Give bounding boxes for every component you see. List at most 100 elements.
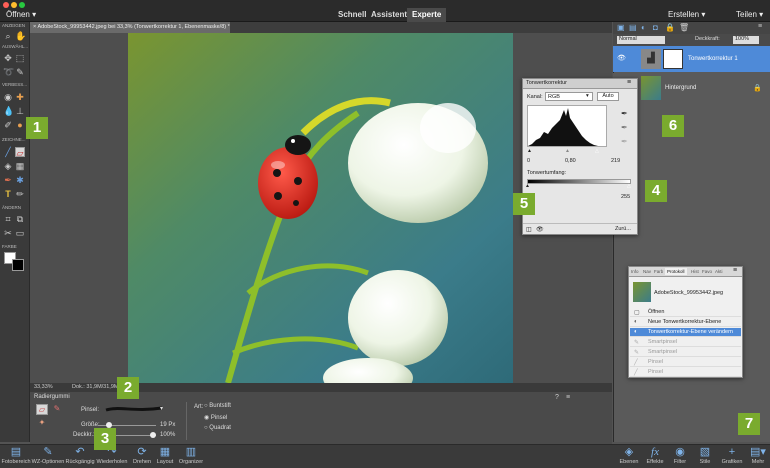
visibility-eye-icon[interactable]: 👁 bbox=[536, 226, 544, 233]
panel-menu-icon[interactable]: ≡ bbox=[733, 267, 737, 274]
background-color-swatch[interactable] bbox=[12, 259, 24, 271]
effects-button[interactable]: fx Effekte bbox=[642, 446, 668, 465]
layers-button[interactable]: ◈ Ebenen bbox=[616, 446, 642, 465]
output-black-handle[interactable]: ▲ bbox=[525, 183, 530, 189]
history-item[interactable]: ◐ Neue Tonwertkorrektur-Ebene bbox=[630, 318, 741, 327]
layer-mask-thumbnail[interactable] bbox=[663, 49, 683, 69]
tab-history[interactable]: Protokoll bbox=[665, 268, 687, 275]
custom-shape-tool-icon[interactable]: ✱ bbox=[15, 175, 25, 185]
gray-point-eyedropper-icon[interactable]: ✒ bbox=[621, 123, 628, 132]
lock-icon[interactable]: 🔒 bbox=[665, 23, 675, 32]
content-aware-move-tool-icon[interactable]: ✂ bbox=[3, 228, 13, 238]
help-icon[interactable]: ? bbox=[555, 394, 559, 401]
blend-mode-select[interactable]: Normal bbox=[617, 36, 665, 44]
chevron-down-icon[interactable]: ▾ bbox=[160, 405, 163, 412]
type-option-block[interactable]: ○ Quadrat bbox=[204, 425, 231, 431]
layer-mask-icon[interactable]: ◘ bbox=[653, 23, 658, 32]
tool-options-button[interactable]: ✎ WZ-Optionen bbox=[30, 446, 66, 465]
filter-button[interactable]: ◉ Filter bbox=[668, 446, 692, 465]
tab-navigator[interactable]: Nav bbox=[643, 269, 651, 274]
input-gamma-value[interactable]: 0,80 bbox=[565, 158, 576, 164]
gradient-tool-icon[interactable]: ▦ bbox=[15, 161, 25, 171]
crop-tool-icon[interactable]: ⌗ bbox=[3, 214, 13, 224]
minimize-window-icon[interactable] bbox=[11, 2, 17, 8]
history-item-selected[interactable]: ◐ Tonwertkorrektur-Ebene verändern bbox=[630, 328, 741, 337]
straighten-tool-icon[interactable]: ▭ bbox=[15, 228, 25, 238]
tab-favorites[interactable]: Favo bbox=[702, 269, 712, 274]
undo-button[interactable]: ↶ Rückgängig bbox=[64, 446, 96, 465]
create-menu[interactable]: Erstellen ▾ bbox=[668, 10, 705, 19]
mode-tab-guided[interactable]: Assistent bbox=[366, 8, 412, 22]
output-white-value[interactable]: 255 bbox=[621, 194, 630, 200]
layout-button[interactable]: ▦ Layout bbox=[154, 446, 176, 465]
reset-button[interactable]: Zurü... bbox=[615, 226, 631, 232]
more-button[interactable]: ▤▾ Mehr bbox=[746, 446, 770, 465]
styles-button[interactable]: ▧ Stile bbox=[694, 446, 716, 465]
layer-opacity-input[interactable]: 100% bbox=[733, 36, 759, 44]
marquee-tool-icon[interactable]: ⬚ bbox=[15, 53, 25, 63]
background-eraser-icon[interactable]: ✎ bbox=[51, 404, 63, 415]
lasso-tool-icon[interactable]: ➰ bbox=[3, 67, 14, 77]
blur-tool-icon[interactable]: 💧 bbox=[3, 106, 14, 116]
input-white-value[interactable]: 219 bbox=[611, 158, 620, 164]
color-picker-tool-icon[interactable]: ✒ bbox=[3, 175, 13, 185]
share-menu[interactable]: Teilen ▾ bbox=[736, 10, 763, 19]
sponge-tool-icon[interactable]: ✐ bbox=[3, 120, 13, 130]
hand-tool-icon[interactable]: ✋ bbox=[15, 31, 26, 41]
panel-menu-icon[interactable]: ≡ bbox=[758, 23, 762, 30]
recompose-tool-icon[interactable]: ⧉ bbox=[15, 214, 25, 224]
history-item[interactable]: ╱ Pinsel bbox=[630, 358, 741, 367]
document-tab[interactable]: × AdobeStock_99953442.jpeg bei 33,3% (To… bbox=[30, 22, 230, 33]
graphics-button[interactable]: + Grafiken bbox=[718, 446, 746, 465]
red-eye-tool-icon[interactable]: ◉ bbox=[3, 92, 13, 102]
photo-bin-button[interactable]: ▤ Fotobereich bbox=[0, 446, 32, 465]
clip-to-layer-icon[interactable]: ◫ bbox=[526, 226, 532, 233]
eraser-tool-icon[interactable]: ▱ bbox=[15, 147, 25, 158]
dodge-tool-icon[interactable]: ● bbox=[15, 120, 25, 130]
image-canvas[interactable] bbox=[128, 33, 513, 383]
delete-layer-icon[interactable]: 🗑 bbox=[679, 23, 689, 32]
type-option-brush[interactable]: ◉ Pinsel bbox=[204, 414, 227, 421]
black-slider-handle[interactable]: ▲ bbox=[527, 148, 532, 154]
panel-menu-icon[interactable]: ≡ bbox=[566, 394, 570, 401]
zoom-tool-icon[interactable]: ⌕ bbox=[3, 31, 13, 41]
output-white-handle[interactable]: △ bbox=[627, 183, 631, 189]
spot-healing-tool-icon[interactable]: ✚ bbox=[15, 92, 25, 102]
input-black-value[interactable]: 0 bbox=[527, 158, 530, 164]
opacity-slider-thumb[interactable] bbox=[150, 432, 156, 438]
paint-bucket-tool-icon[interactable]: ◈ bbox=[3, 161, 13, 171]
gray-slider-handle[interactable]: ▲ bbox=[565, 148, 570, 154]
levels-title-bar[interactable]: Tonwertkorrektur ≡ bbox=[523, 79, 637, 89]
layer-row[interactable]: 👁 ▟ Tonwertkorrektur 1 bbox=[613, 46, 770, 72]
zoom-window-icon[interactable] bbox=[19, 2, 25, 8]
history-item[interactable]: ▢ Öffnen bbox=[630, 308, 741, 317]
tab-color[interactable]: Farb bbox=[654, 269, 663, 274]
brush-preset-picker[interactable] bbox=[104, 405, 164, 413]
new-group-icon[interactable]: ▤ bbox=[629, 23, 637, 32]
type-tool-icon[interactable]: T bbox=[3, 189, 13, 199]
type-option-pencil[interactable]: ○ Buntstift bbox=[204, 403, 231, 409]
tab-histogram[interactable]: Hist bbox=[691, 269, 699, 274]
input-levels-slider[interactable]: ▲ ▲ △ bbox=[527, 148, 607, 154]
black-point-eyedropper-icon[interactable]: ✒ bbox=[621, 109, 628, 118]
adjustment-layer-icon[interactable]: ◐ bbox=[641, 23, 646, 32]
new-layer-icon[interactable]: ▣ bbox=[617, 23, 625, 32]
channel-select[interactable]: RGB ▾ bbox=[545, 92, 593, 101]
clone-stamp-tool-icon[interactable]: ⊥ bbox=[15, 106, 25, 116]
auto-button[interactable]: Auto bbox=[597, 92, 619, 101]
quick-selection-tool-icon[interactable]: ✎ bbox=[15, 67, 25, 77]
pencil-tool-icon[interactable]: ✏ bbox=[15, 189, 25, 199]
white-point-eyedropper-icon[interactable]: ✒ bbox=[621, 137, 628, 146]
tab-actions[interactable]: Akti bbox=[715, 269, 723, 274]
panel-menu-icon[interactable]: ≡ bbox=[627, 79, 631, 86]
mode-tab-expert[interactable]: Experte bbox=[407, 8, 447, 22]
magic-eraser-icon[interactable]: ✦ bbox=[36, 418, 48, 429]
history-item[interactable]: ✎ Smartpinsel bbox=[630, 338, 741, 347]
eraser-mode-icon[interactable]: ▱ bbox=[36, 404, 48, 415]
tab-info[interactable]: Info bbox=[631, 269, 639, 274]
visibility-eye-icon[interactable]: 👁 bbox=[617, 54, 626, 62]
move-tool-icon[interactable]: ✥ bbox=[3, 53, 13, 63]
organizer-button[interactable]: ▥ Organizer bbox=[176, 446, 206, 465]
close-window-icon[interactable] bbox=[3, 2, 9, 8]
history-item[interactable]: ✎ Smartpinsel bbox=[630, 348, 741, 357]
